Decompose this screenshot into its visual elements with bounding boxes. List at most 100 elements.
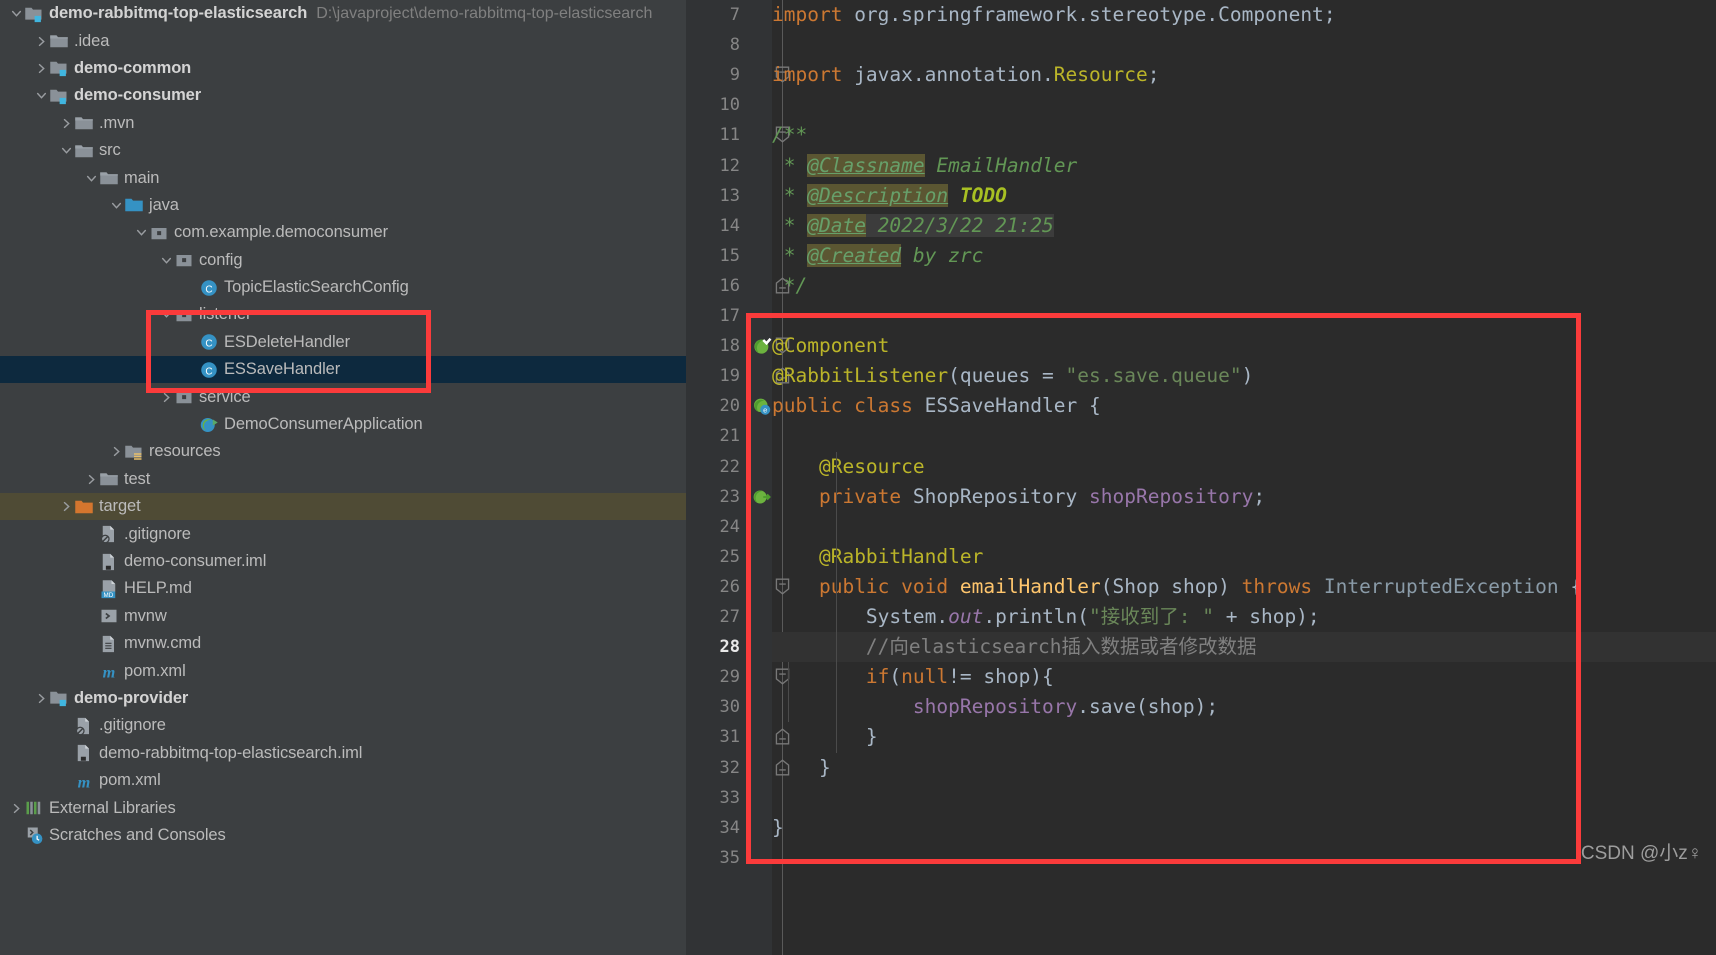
tree-item-pom-xml[interactable]: m pom.xml [0,657,686,684]
source-root-icon [124,195,144,215]
code-line[interactable]: import javax.annotation.Resource; [772,60,1716,90]
editor-gutter-icons[interactable] [750,0,772,955]
chevron-down-icon[interactable] [33,90,49,101]
line-number: 28 [719,637,740,658]
code-line[interactable]: public class ESSaveHandler { [772,391,1716,421]
code-line[interactable]: shopRepository.save(shop); [772,692,1716,722]
tree-item-demo-consumer-iml[interactable]: demo-consumer.iml [0,548,686,575]
code-line[interactable]: public void emailHandler(Shop shop) thro… [772,572,1716,602]
tree-item-com-example-democonsumer[interactable]: com.example.democonsumer [0,219,686,246]
tree-item-test[interactable]: test [0,466,686,493]
line-number: 25 [719,546,740,567]
tree-item-mvnw-cmd[interactable]: mvnw.cmd [0,630,686,657]
package-icon [174,305,194,325]
package-icon [174,250,194,270]
tree-item-demo-common[interactable]: demo-common [0,55,686,82]
code-line[interactable] [772,512,1716,542]
code-line[interactable]: if(null!= shop){ [772,662,1716,692]
tree-item-democonsumerapplication[interactable]: DemoConsumerApplication [0,411,686,438]
code-line[interactable] [772,301,1716,331]
spring-bean-arrow-icon[interactable] [752,487,772,507]
package-icon [174,387,194,407]
tree-item-essavehandler[interactable]: C ESSaveHandler [0,356,686,384]
code-line[interactable] [772,30,1716,60]
chevron-down-icon[interactable] [8,8,24,19]
code-line[interactable] [772,421,1716,451]
project-tool-window[interactable]: demo-rabbitmq-top-elasticsearch D:\javapr… [0,0,686,955]
code-line[interactable] [772,843,1716,873]
tree-item--gitignore[interactable]: .gitignore [0,520,686,547]
tree-item-demo-rabbitmq-top-elasticsearch-iml[interactable]: demo-rabbitmq-top-elasticsearch.iml [0,740,686,767]
tree-item-demo-provider[interactable]: demo-provider [0,685,686,712]
code-line[interactable]: * @Date 2022/3/22 21:25 [772,211,1716,241]
editor-gutter[interactable]: 7 8 9 10 11 12 13 14 15 16 17 18 19 20 21 22 23 24 25 26 27 2… [686,0,750,955]
code-editor[interactable]: 7 8 9 10 11 12 13 14 15 16 17 18 19 20 21 22 23 24 25 26 27 2… [686,0,1716,955]
code-line[interactable]: @Component [772,331,1716,361]
tree-item-pom-xml[interactable]: m pom.xml [0,767,686,794]
spring-bean-e-icon[interactable]: e [752,396,772,416]
chevron-down-icon[interactable] [108,200,124,211]
code-line[interactable]: private ShopRepository shopRepository; [772,482,1716,512]
code-line[interactable]: * @Classname EmailHandler [772,151,1716,181]
code-line[interactable]: * @Description TODO [772,181,1716,211]
code-line[interactable]: //向elasticsearch插入数据或者修改数据 [772,632,1716,663]
chevron-right-icon[interactable] [158,392,174,403]
line-number: 23 [719,486,740,507]
svg-text:MD: MD [104,592,114,599]
chevron-down-icon[interactable] [158,255,174,266]
chevron-right-icon[interactable] [58,118,74,129]
chevron-down-icon[interactable] [133,227,149,238]
libraries-icon [24,798,44,818]
tree-item-src[interactable]: src [0,137,686,164]
chevron-right-icon[interactable] [33,693,49,704]
tree-item-java[interactable]: java [0,192,686,219]
code-line[interactable]: */ [772,271,1716,301]
chevron-right-icon[interactable] [83,474,99,485]
code-line[interactable]: @Resource [772,452,1716,482]
tree-item-label: .idea [74,31,110,50]
svg-text:C: C [205,366,212,377]
tree-item-demo-consumer[interactable]: demo-consumer [0,82,686,109]
tree-item-esdeletehandler[interactable]: C ESDeleteHandler [0,329,686,356]
chevron-right-icon[interactable] [8,803,24,814]
chevron-down-icon[interactable] [158,309,174,320]
code-line[interactable]: } [772,813,1716,843]
tree-item-main[interactable]: main [0,164,686,191]
code-line[interactable]: } [772,722,1716,752]
chevron-right-icon[interactable] [58,501,74,512]
spring-bean-check-icon[interactable] [752,336,772,356]
class-icon: C [199,278,219,298]
tree-item-help-md[interactable]: MD HELP.md [0,575,686,602]
code-line[interactable]: /** [772,120,1716,150]
chevron-right-icon[interactable] [33,36,49,47]
chevron-down-icon[interactable] [83,173,99,184]
tree-item-label: pom.xml [99,771,161,790]
tree-item--gitignore[interactable]: .gitignore [0,712,686,739]
tree-item-label: .mvn [99,113,135,132]
code-line[interactable]: System.out.println("接收到了: " + shop); [772,602,1716,632]
tree-item-resources[interactable]: resources [0,438,686,465]
code-line[interactable]: @RabbitHandler [772,542,1716,572]
chevron-down-icon[interactable] [58,145,74,156]
tree-item-listener[interactable]: listener [0,301,686,328]
chevron-right-icon[interactable] [108,446,124,457]
tree-item-demo-rabbitmq-top-elasticsearch[interactable]: demo-rabbitmq-top-elasticsearch D:\javapr… [0,0,686,27]
tree-item-scratches-and-consoles[interactable]: Scratches and Consoles [0,822,686,849]
tree-item-service[interactable]: service [0,383,686,410]
tree-item--mvn[interactable]: .mvn [0,110,686,137]
code-line[interactable]: @RabbitListener(queues = "es.save.queue"… [772,361,1716,391]
code-line[interactable] [772,90,1716,120]
tree-item-mvnw[interactable]: mvnw [0,603,686,630]
tree-item-config[interactable]: config [0,247,686,274]
code-text-area[interactable]: import org.springframework.stereotype.Co… [772,0,1716,955]
tree-item-external-libraries[interactable]: External Libraries [0,794,686,821]
tree-item-topicelasticsearchconfig[interactable]: C TopicElasticSearchConfig [0,274,686,301]
code-line[interactable]: } [772,753,1716,783]
code-line[interactable] [772,783,1716,813]
tree-item--idea[interactable]: .idea [0,27,686,54]
tree-item-target[interactable]: target [0,493,686,521]
tree-item-label: Scratches and Consoles [49,825,226,844]
chevron-right-icon[interactable] [33,63,49,74]
code-line[interactable]: * @Created by zrc [772,241,1716,271]
code-line[interactable]: import org.springframework.stereotype.Co… [772,0,1716,30]
